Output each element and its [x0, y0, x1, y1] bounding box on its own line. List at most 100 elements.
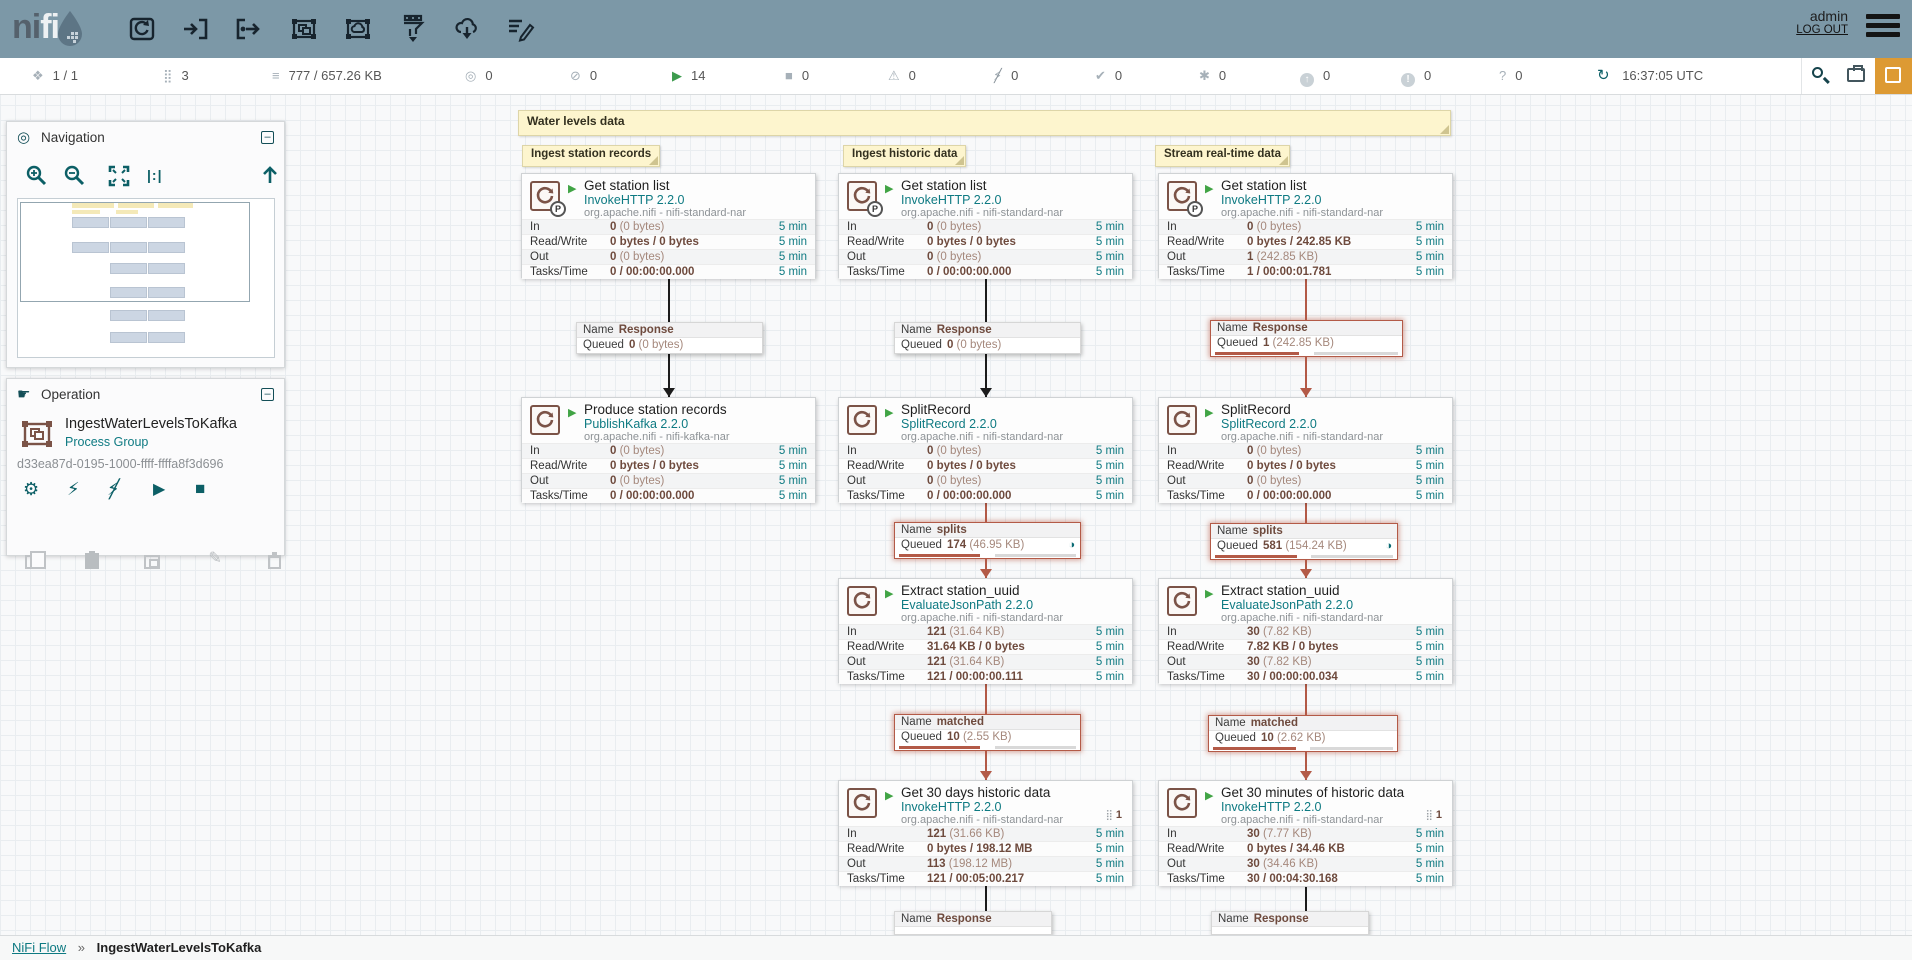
label-icon[interactable]: [506, 14, 538, 44]
connection-arrowhead-icon: [1300, 771, 1312, 780]
status-active-threads: ⣿3: [163, 58, 189, 94]
go-to-parent-button[interactable]: [259, 164, 281, 186]
threads-icon: ⣿: [163, 58, 173, 94]
enable-button[interactable]: ⚡: [67, 479, 80, 500]
processor-name: Get station list: [901, 178, 1063, 193]
minimap-processor-block: [110, 332, 147, 343]
processor-icon[interactable]: [127, 14, 159, 44]
processor-get-30-days-historic-data[interactable]: P ▶ Get 30 days historic data InvokeHTTP…: [838, 780, 1133, 885]
connection-label-response[interactable]: NameResponse Queued1 (242.85 KB)◑: [1210, 320, 1403, 357]
search-button[interactable]: [1801, 58, 1838, 94]
disable-button[interactable]: ⚡: [107, 479, 120, 500]
stat-row-tasks: Tasks/Time121 / 00:05:00.2175 min: [839, 871, 1132, 886]
status-locally-modified-stale-versioned: !0: [1401, 58, 1431, 94]
utility-kit-button[interactable]: [1838, 58, 1875, 94]
compass-icon: ◎: [17, 122, 30, 154]
load-balance-icon: ◑: [1385, 539, 1392, 554]
delete-button[interactable]: [268, 555, 281, 569]
threads-icon: ⣿: [1426, 810, 1433, 821]
processor-type: EvaluateJsonPath 2.2.0: [1221, 598, 1383, 612]
processor-produce-station-records[interactable]: P ▶ Produce station records PublishKafka…: [521, 397, 816, 502]
operation-panel: ☛ Operation – IngestWaterLevelsToKafka P…: [6, 378, 285, 556]
connection-label-response[interactable]: NameResponse Queued0 (0 bytes)◑: [576, 322, 763, 354]
nifi-app: Water levels data Ingest station records…: [0, 0, 1912, 960]
start-button[interactable]: ▶: [153, 479, 165, 499]
processor-splitrecord[interactable]: P ▶ SplitRecord SplitRecord 2.2.0 org.ap…: [1158, 397, 1453, 502]
funnel-icon[interactable]: [398, 14, 430, 44]
connection-queued-row: Queued10 (2.55 KB)◑: [895, 730, 1080, 745]
stop-button[interactable]: ■: [195, 479, 205, 499]
process-group-icon: [19, 417, 55, 451]
connection-label-matched[interactable]: Namematched Queued10 (2.62 KB)◑: [1208, 715, 1398, 752]
connection-label-matched[interactable]: Namematched Queued10 (2.55 KB)◑: [894, 714, 1081, 751]
input-port-icon[interactable]: [181, 14, 213, 44]
global-menu-button[interactable]: [1866, 14, 1900, 41]
processor-get-30-minutes-of-historic-data[interactable]: P ▶ Get 30 minutes of historic data Invo…: [1158, 780, 1453, 885]
configure-button[interactable]: ⚙: [23, 479, 39, 500]
processor-type: PublishKafka 2.2.0: [584, 417, 730, 431]
processor-name: Get 30 days historic data: [901, 785, 1063, 800]
connection-arrowhead-icon: [980, 569, 992, 578]
threads-icon: ⣿: [1106, 810, 1113, 821]
connection-label-splits[interactable]: Namesplits Queued581 (154.24 KB)◑: [1210, 523, 1398, 560]
collapse-operation-button[interactable]: –: [261, 388, 274, 401]
output-port-icon[interactable]: [235, 14, 267, 44]
processor-splitrecord[interactable]: P ▶ SplitRecord SplitRecord 2.2.0 org.ap…: [838, 397, 1133, 502]
flow-canvas[interactable]: Water levels data Ingest station records…: [0, 0, 1912, 960]
processor-extract-station-uuid[interactable]: P ▶ Extract station_uuid EvaluateJsonPat…: [1158, 578, 1453, 683]
stat-row-tasks: Tasks/Time30 / 00:04:30.1685 min: [1159, 871, 1452, 886]
template-cloud-icon[interactable]: [452, 14, 484, 44]
logout-link[interactable]: LOG OUT: [1796, 24, 1848, 36]
processor-get-station-list[interactable]: P ▶ Get station list InvokeHTTP 2.2.0 or…: [838, 173, 1133, 278]
connection-label-response[interactable]: NameResponse Queued0 (0 bytes)◑: [894, 322, 1081, 354]
status-locally-modified-versioned: ✱0: [1199, 58, 1226, 94]
annotation-label-ingest-station-records[interactable]: Ingest station records: [522, 145, 660, 167]
process-group-icon[interactable]: [289, 14, 321, 44]
zoom-out-button[interactable]: [63, 164, 87, 188]
paste-button[interactable]: [85, 553, 99, 569]
group-button[interactable]: [144, 555, 160, 569]
processor-type-icon: P: [847, 181, 877, 211]
stat-row-out: Out0 (0 bytes)5 min: [522, 473, 815, 488]
annotation-label-stream-real-time-data[interactable]: Stream real-time data: [1155, 145, 1290, 167]
navigation-title: Navigation: [41, 122, 105, 154]
connection-label-response[interactable]: NameResponse ◑: [894, 911, 1052, 935]
minimap-viewport[interactable]: [20, 202, 250, 302]
running-icon: ▶: [672, 58, 682, 94]
connection-queued-row: ◑: [895, 927, 1051, 935]
connection-label-response[interactable]: NameResponse ◑: [1211, 911, 1369, 935]
annotation-label-water-levels[interactable]: Water levels data: [518, 110, 1451, 136]
annotation-label-ingest-historic-data[interactable]: Ingest historic data: [843, 145, 966, 167]
status-bar: ❖1 / 1⣿3≡777 / 657.26 KB◎0⊘0▶14■0⚠0⚡0✔0✱…: [0, 58, 1912, 95]
refresh-icon[interactable]: ↻: [1597, 58, 1610, 94]
birdseye-minimap[interactable]: [17, 198, 275, 358]
stat-row-read-write: Read/Write7.82 KB / 0 bytes5 min: [1159, 639, 1452, 654]
processor-type: InvokeHTTP 2.2.0: [1221, 800, 1404, 814]
status-running-components: ▶14: [672, 58, 705, 94]
status-transmitting: ◎0: [465, 58, 493, 94]
stat-row-out: Out0 (0 bytes)5 min: [522, 249, 815, 264]
status-stopped-components: ■0: [785, 58, 809, 94]
connection-queued-row: Queued10 (2.62 KB)◑: [1209, 731, 1397, 746]
annotation-mode-button[interactable]: [1875, 58, 1912, 94]
color-button[interactable]: ✎: [208, 548, 221, 568]
sticky-note-icon: [1885, 67, 1901, 83]
zoom-actual-size-button[interactable]: |:|: [147, 167, 163, 183]
zoom-fit-button[interactable]: [107, 164, 131, 188]
processor-get-station-list[interactable]: P ▶ Get station list InvokeHTTP 2.2.0 or…: [1158, 173, 1453, 278]
status-connected-nodes: ❖1 / 1: [32, 58, 78, 94]
copy-button[interactable]: [25, 555, 37, 569]
breadcrumb-root-link[interactable]: NiFi Flow: [12, 940, 66, 955]
collapse-navigation-button[interactable]: –: [261, 131, 274, 144]
refresh-status[interactable]: ↻ 16:37:05 UTC: [1597, 58, 1703, 94]
minimap-processor-block: [110, 310, 147, 321]
stat-row-in: In0 (0 bytes)5 min: [522, 443, 815, 458]
processor-extract-station-uuid[interactable]: P ▶ Extract station_uuid EvaluateJsonPat…: [838, 578, 1133, 683]
running-state-icon: ▶: [568, 406, 576, 419]
stat-row-in: In0 (0 bytes)5 min: [1159, 219, 1452, 234]
status-disabled-components: ⚡0: [993, 58, 1018, 94]
connection-label-splits[interactable]: Namesplits Queued174 (46.95 KB)◑: [894, 522, 1081, 559]
zoom-in-button[interactable]: [25, 164, 49, 188]
remote-process-group-icon[interactable]: [343, 14, 375, 44]
processor-get-station-list[interactable]: P ▶ Get station list InvokeHTTP 2.2.0 or…: [521, 173, 816, 278]
